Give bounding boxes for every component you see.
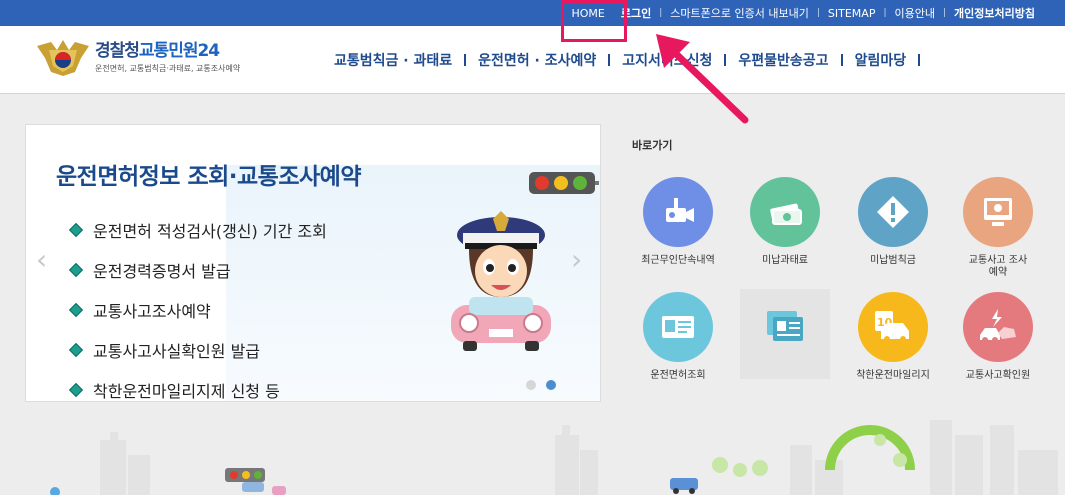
- car-icon: 10: [875, 311, 909, 342]
- police-emblem-icon: [37, 40, 89, 76]
- main-nav: 교통범칙금 · 과태료 운전면허 · 조사예약 고지서비스신청 우편물반송공고 …: [322, 50, 921, 70]
- license-icon: [662, 316, 694, 338]
- annotation-arrow-icon: [656, 34, 749, 124]
- police-mascot-illustration: [451, 211, 551, 351]
- quicklink-special-reduction[interactable]: 특별감면대상확인: [730, 289, 840, 382]
- quicklink-circle: [963, 177, 1033, 247]
- quicklink-accident-certificate[interactable]: 교통사고확인원: [943, 292, 1053, 382]
- money-icon: [770, 203, 802, 225]
- id-card-icon: [767, 311, 803, 341]
- bullet-icon: [68, 222, 84, 238]
- traffic-light-icon: [529, 172, 599, 194]
- quicklink-accident-booking[interactable]: 교통사고 조사예약: [943, 177, 1053, 279]
- list-item[interactable]: 교통사고조사예약: [68, 290, 327, 330]
- bullet-icon: [68, 302, 84, 318]
- main-banner: 운전면허정보 조회·교통조사예약 운전면허 적성검사(갱신) 기간 조회 운전경…: [25, 124, 601, 402]
- list-item[interactable]: 운전면허 적성검사(갱신) 기간 조회: [68, 210, 327, 250]
- annotation-highlight-box: [561, 0, 627, 42]
- monitor-icon: [984, 198, 1012, 226]
- sitemap-link[interactable]: SITEMAP: [820, 7, 884, 20]
- accident-icon: [980, 309, 1016, 343]
- quicklink-circle: [750, 292, 820, 362]
- quicklink-circle: [858, 177, 928, 247]
- quicklink-unpaid-fine[interactable]: 미납과태료: [730, 177, 840, 267]
- slide-indicator: [526, 380, 556, 390]
- list-item[interactable]: 교통사고사실확인원 발급: [68, 330, 327, 370]
- slide-dot[interactable]: [526, 380, 536, 390]
- utility-nav: HOME 로그인 | 스마트폰으로 인증서 내보내기 | SITEMAP | 이…: [564, 0, 1044, 26]
- quicklink-circle: [643, 292, 713, 362]
- logo-subtitle: 운전면허, 교통범칙금·과태료, 교통조사예약: [95, 64, 241, 73]
- banner-service-list: 운전면허 적성검사(갱신) 기간 조회 운전경력증명서 발급 교통사고조사예약 …: [68, 210, 327, 401]
- nav-notice-board[interactable]: 알림마당: [843, 50, 919, 70]
- slide-dot-active[interactable]: [546, 380, 556, 390]
- site-logo[interactable]: 경찰청교통민원24 운전면허, 교통범칙금·과태료, 교통조사예약: [35, 36, 240, 76]
- bullet-icon: [68, 262, 84, 278]
- logo-title: 경찰청교통민원24: [95, 41, 220, 61]
- quicklink-recent-enforcement[interactable]: 최근무인단속내역: [623, 177, 733, 267]
- camera-icon: [666, 198, 694, 222]
- quicklink-circle: [643, 177, 713, 247]
- list-item[interactable]: 운전경력증명서 발급: [68, 250, 327, 290]
- prev-slide-button[interactable]: ‹: [36, 243, 47, 276]
- quicklink-unpaid-penalty[interactable]: 미납범칙금: [838, 177, 948, 267]
- list-item[interactable]: 착한운전마일리지제 신청 등: [68, 370, 327, 401]
- banner-title: 운전면허정보 조회·교통조사예약: [56, 164, 362, 190]
- guide-link[interactable]: 이용안내: [887, 5, 943, 21]
- nav-fines[interactable]: 교통범칙금 · 과태료: [322, 50, 464, 70]
- privacy-policy-link[interactable]: 개인정보처리방침: [946, 5, 1043, 21]
- nav-license-booking[interactable]: 운전면허 · 조사예약: [466, 50, 608, 70]
- quicklink-good-driving-mileage[interactable]: 10 착한운전마일리지: [838, 292, 948, 382]
- city-skyline-illustration: [50, 420, 1058, 495]
- site-header: 경찰청교통민원24 운전면허, 교통범칙금·과태료, 교통조사예약 교통범칙금 …: [0, 26, 1065, 94]
- warning-icon: [877, 196, 909, 228]
- bullet-icon: [68, 382, 84, 398]
- top-bar: HOME 로그인 | 스마트폰으로 인증서 내보내기 | SITEMAP | 이…: [0, 0, 1065, 26]
- quicklink-circle: 10: [858, 292, 928, 362]
- quicklink-circle: [750, 177, 820, 247]
- export-cert-link[interactable]: 스마트폰으로 인증서 내보내기: [662, 5, 817, 21]
- quicklink-license-lookup[interactable]: 운전면허조회: [623, 292, 733, 382]
- bullet-icon: [68, 342, 84, 358]
- quicklinks-heading: 바로가기: [632, 139, 673, 152]
- quicklink-circle: [963, 292, 1033, 362]
- next-slide-button[interactable]: ›: [571, 243, 582, 276]
- divider: [918, 54, 921, 66]
